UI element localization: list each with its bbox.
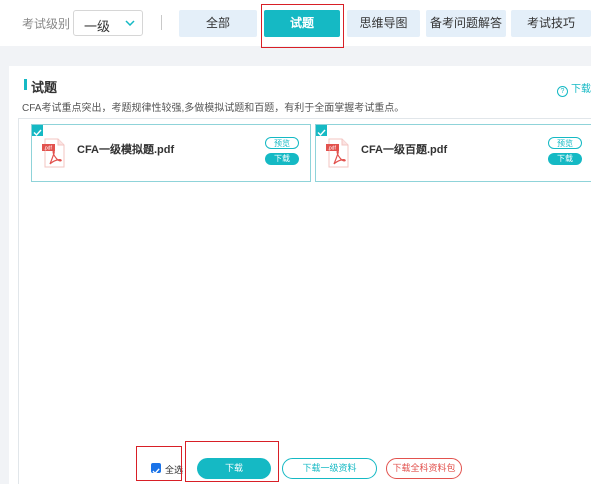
download-selected-button[interactable]: 下载 [197,458,271,479]
divider [161,15,162,30]
help-link-label: 下载 [571,84,591,95]
download-all-button[interactable]: 下载全科资料包 [386,458,462,479]
level-label: 考试级别 [22,17,71,31]
pdf-file-icon: .pdf [42,138,65,168]
download-level-button[interactable]: 下载一级资料 [282,458,377,479]
tab-all[interactable]: 全部 [179,10,257,37]
file-name: CFA一级百题.pdf [361,144,448,156]
tab-exam-tips[interactable]: 考试技巧 [511,10,591,37]
section-accent-bar [24,79,27,90]
pdf-tag: .pdf [44,146,53,152]
file-checkbox[interactable] [32,125,43,137]
check-icon [33,129,42,137]
tab-mind-map[interactable]: 思维导图 [347,10,420,37]
tab-questions[interactable]: 试题 [264,10,340,37]
chevron-down-icon [125,20,135,26]
file-name: CFA一级模拟题.pdf [77,144,175,156]
download-button[interactable]: 下载 [548,153,582,165]
filter-bar: 考试级别 一级 全部 试题 思维导图 备考问题解答 考试技巧 [0,0,591,46]
file-card[interactable]: .pdf CFA一级模拟题.pdf 预览 下载 [31,124,311,182]
tab-faq[interactable]: 备考问题解答 [426,10,506,37]
file-card[interactable]: .pdf CFA一级百题.pdf 预览 下载 [315,124,591,182]
level-select[interactable]: 一级 [73,10,143,36]
preview-button[interactable]: 预览 [548,137,582,149]
section-description: CFA考试重点突出，考题规律性较强,多做模拟试题和百题，有利于全面掌握考试重点。 [22,103,405,114]
download-button[interactable]: 下载 [265,153,299,165]
select-all-checkbox[interactable] [151,463,161,475]
select-all-label: 全选 [165,465,184,475]
question-circle-icon: ? [557,86,568,97]
pdf-file-icon: .pdf [326,138,349,168]
section-title: 试题 [31,80,58,95]
check-icon [152,468,160,475]
pdf-tag: .pdf [328,146,337,152]
help-download-link[interactable]: ? 下载 [557,80,591,97]
level-select-value: 一级 [84,19,111,34]
check-icon [317,129,326,137]
file-checkbox[interactable] [316,125,327,137]
preview-button[interactable]: 预览 [265,137,299,149]
